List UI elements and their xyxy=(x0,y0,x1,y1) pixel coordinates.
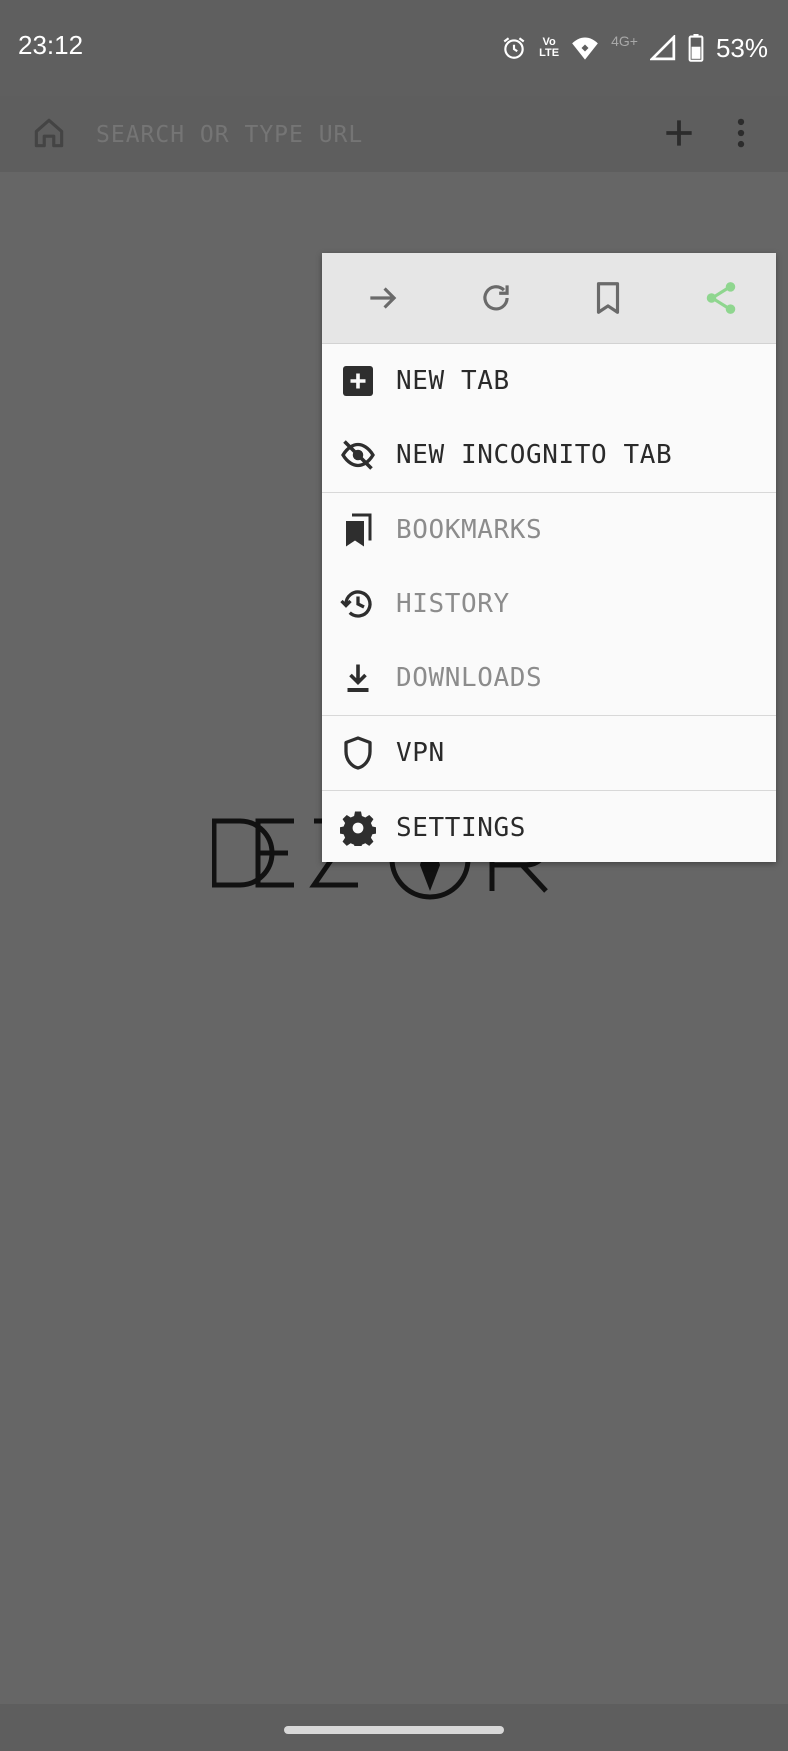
menu-item-settings[interactable]: SETTINGS xyxy=(322,791,776,865)
home-gesture-handle[interactable] xyxy=(284,1726,504,1734)
more-vertical-icon[interactable] xyxy=(722,114,760,152)
status-time: 23:12 xyxy=(18,30,84,60)
forward-icon[interactable] xyxy=(364,279,402,317)
menu-item-label: NEW INCOGNITO TAB xyxy=(396,440,673,470)
volte-icon: Vo LTE xyxy=(539,36,560,59)
menu-item-bookmarks[interactable]: BOOKMARKS xyxy=(322,493,776,567)
add-box-icon xyxy=(343,366,373,396)
refresh-icon[interactable] xyxy=(477,279,515,317)
search-input[interactable] xyxy=(94,118,658,152)
menu-action-bar xyxy=(322,253,776,344)
home-icon[interactable] xyxy=(30,114,68,152)
wifi-icon xyxy=(572,37,598,60)
history-icon xyxy=(340,590,372,618)
menu-item-vpn[interactable]: VPN xyxy=(322,716,776,790)
menu-item-downloads[interactable]: DOWNLOADS xyxy=(322,641,776,715)
gear-icon xyxy=(340,811,376,846)
overflow-menu: NEW TAB NEW INCOGNITO TAB BOOKMARKS HIST… xyxy=(322,253,776,862)
menu-item-label: VPN xyxy=(396,738,445,768)
share-icon[interactable] xyxy=(702,279,740,317)
battery-percent: 53% xyxy=(715,32,768,63)
menu-item-label: SETTINGS xyxy=(396,813,527,843)
status-bar: 23:12 Vo LTE 4G+ 53% xyxy=(0,0,788,96)
menu-item-label: HISTORY xyxy=(396,589,510,619)
bookmarks-icon xyxy=(346,513,372,547)
menu-item-new-incognito-tab[interactable]: NEW INCOGNITO TAB xyxy=(322,418,776,492)
system-nav-bar xyxy=(0,1704,788,1751)
menu-item-new-tab[interactable]: NEW TAB xyxy=(322,344,776,418)
browser-toolbar xyxy=(0,96,788,172)
bookmark-icon[interactable] xyxy=(589,279,627,317)
status-icons: Vo LTE 4G+ 53% xyxy=(501,30,768,66)
network-type-label: 4G+ xyxy=(611,33,638,49)
eye-off-icon xyxy=(341,440,375,470)
menu-item-history[interactable]: HISTORY xyxy=(322,567,776,641)
menu-item-label: DOWNLOADS xyxy=(396,663,543,693)
plus-icon[interactable] xyxy=(660,114,698,152)
battery-icon xyxy=(688,34,704,62)
signal-icon xyxy=(649,35,676,61)
alarm-icon xyxy=(503,37,525,59)
download-icon xyxy=(347,664,369,692)
menu-item-label: NEW TAB xyxy=(396,366,510,396)
menu-item-label: BOOKMARKS xyxy=(396,515,543,545)
shield-icon xyxy=(344,736,372,770)
